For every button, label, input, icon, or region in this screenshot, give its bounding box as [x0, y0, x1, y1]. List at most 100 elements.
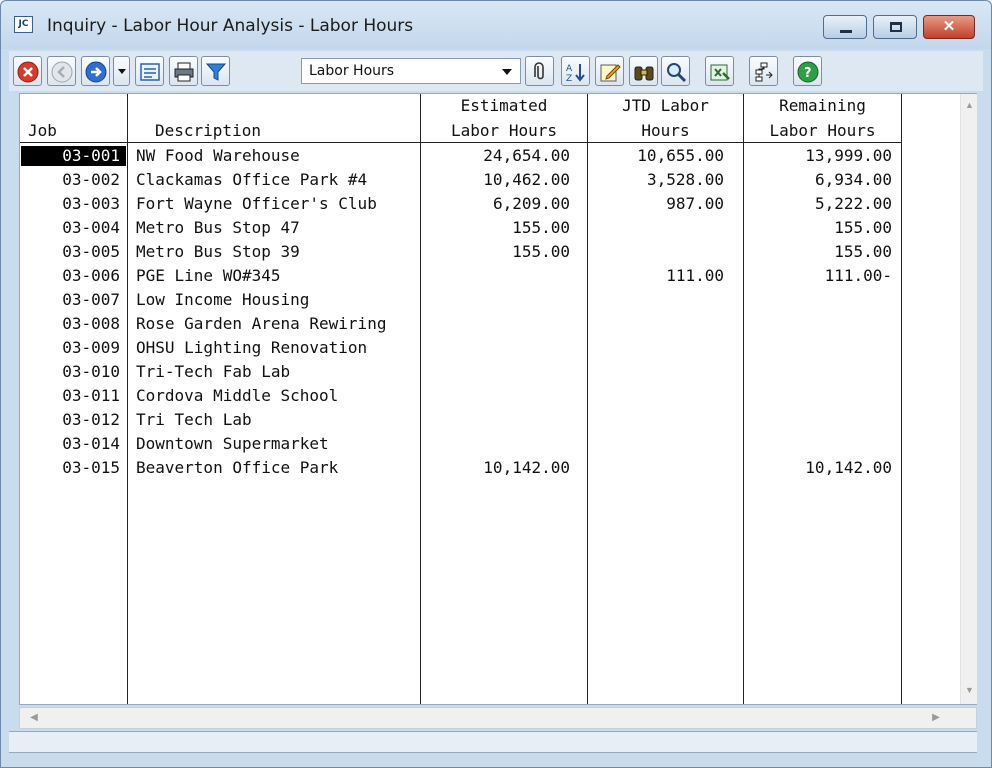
table-row[interactable]: 03-005 Metro Bus Stop 39 155.00 155.00: [20, 240, 902, 264]
minimize-icon: [840, 30, 852, 33]
print-button[interactable]: [169, 56, 198, 86]
estimated-cell: 24,654.00: [483, 146, 570, 165]
description-cell: Downtown Supermarket: [136, 434, 329, 453]
job-cell[interactable]: 03-003: [21, 195, 126, 213]
forward-button[interactable]: [81, 56, 110, 86]
filter-icon: [205, 63, 227, 81]
jtd-cell: 3,528.00: [646, 170, 724, 189]
minimize-button[interactable]: [823, 15, 867, 39]
status-bar: [9, 731, 977, 753]
table-row[interactable]: 03-009 OHSU Lighting Renovation: [20, 336, 902, 360]
description-cell: Beaverton Office Park: [136, 458, 339, 477]
find-icon: [634, 66, 654, 81]
description-cell: Metro Bus Stop 39: [136, 242, 300, 261]
header-divider: [20, 142, 902, 143]
remaining-cell: 5,222.00: [814, 194, 892, 213]
attachment-button[interactable]: [525, 56, 554, 86]
cancel-button[interactable]: [13, 56, 42, 86]
find-button[interactable]: [629, 56, 658, 86]
column-header-remaining-line1[interactable]: Remaining: [744, 96, 901, 115]
table-row[interactable]: 03-007 Low Income Housing: [20, 288, 902, 312]
sort-button[interactable]: AZ: [561, 56, 590, 86]
labor-hours-grid[interactable]: Job Description Estimated Labor Hours JT…: [19, 93, 977, 705]
table-row[interactable]: 03-012 Tri Tech Lab: [20, 408, 902, 432]
job-cell[interactable]: 03-014: [21, 435, 126, 453]
scroll-down-icon[interactable]: ▼: [961, 682, 978, 699]
description-cell: Tri-Tech Fab Lab: [136, 362, 291, 381]
estimated-cell: 155.00: [512, 218, 570, 237]
close-window-button[interactable]: ✕: [923, 15, 975, 39]
description-cell: Cordova Middle School: [136, 386, 339, 405]
svg-text:Z: Z: [566, 74, 572, 83]
scroll-right-icon[interactable]: ▶: [928, 710, 944, 726]
form-view-button[interactable]: [135, 56, 164, 86]
scroll-up-icon[interactable]: ▲: [961, 97, 978, 114]
description-cell: NW Food Warehouse: [136, 146, 300, 165]
jtd-cell: 987.00: [666, 194, 724, 213]
vertical-scrollbar[interactable]: ▲ ▼: [960, 94, 977, 704]
column-header-estimated-line1[interactable]: Estimated: [421, 96, 587, 115]
remaining-cell: 111.00-: [824, 266, 892, 285]
job-cell[interactable]: 03-005: [21, 243, 126, 261]
description-cell: Tri Tech Lab: [136, 410, 252, 429]
job-cell[interactable]: 03-011: [21, 387, 126, 405]
estimated-cell: 155.00: [512, 242, 570, 261]
column-header-remaining-line2[interactable]: Labor Hours: [744, 121, 901, 140]
jtd-cell: 10,655.00: [637, 146, 724, 165]
edit-button[interactable]: [595, 56, 624, 86]
edit-icon: [600, 64, 621, 82]
column-header-job[interactable]: Job: [28, 121, 57, 140]
title-bar[interactable]: JC Inquiry - Labor Hour Analysis - Labor…: [1, 1, 991, 49]
table-row[interactable]: 03-006 PGE Line WO#345 111.00 111.00-: [20, 264, 902, 288]
estimated-cell: 6,209.00: [492, 194, 570, 213]
column-header-estimated-line2[interactable]: Labor Hours: [421, 121, 587, 140]
job-cell[interactable]: 03-002: [21, 171, 126, 189]
horizontal-scrollbar[interactable]: ◀ ▶: [19, 707, 977, 729]
column-header-jtd-line2[interactable]: Hours: [588, 121, 743, 140]
maximize-button[interactable]: [873, 15, 917, 39]
forward-dropdown-button[interactable]: [113, 56, 130, 86]
job-cell[interactable]: 03-001: [21, 146, 126, 166]
table-row[interactable]: 03-001 NW Food Warehouse 24,654.00 10,65…: [20, 144, 902, 168]
description-cell: Low Income Housing: [136, 290, 310, 309]
job-cell[interactable]: 03-008: [21, 315, 126, 333]
table-row[interactable]: 03-008 Rose Garden Arena Rewiring: [20, 312, 902, 336]
table-row[interactable]: 03-015 Beaverton Office Park 10,142.00 1…: [20, 456, 902, 480]
table-row[interactable]: 03-003 Fort Wayne Officer's Club 6,209.0…: [20, 192, 902, 216]
view-select[interactable]: Labor Hours: [301, 58, 521, 84]
back-icon: [51, 61, 73, 83]
help-button[interactable]: ?: [793, 56, 822, 86]
tree-view-button[interactable]: [749, 56, 778, 86]
view-select-value: Labor Hours: [309, 63, 395, 79]
export-excel-button[interactable]: [705, 56, 734, 86]
table-row[interactable]: 03-010 Tri-Tech Fab Lab: [20, 360, 902, 384]
maximize-icon: [890, 22, 902, 32]
back-button[interactable]: [47, 56, 76, 86]
scroll-left-icon[interactable]: ◀: [26, 710, 42, 726]
job-cell[interactable]: 03-015: [21, 459, 126, 477]
table-row[interactable]: 03-004 Metro Bus Stop 47 155.00 155.00: [20, 216, 902, 240]
table-row[interactable]: 03-002 Clackamas Office Park #4 10,462.0…: [20, 168, 902, 192]
job-cell[interactable]: 03-006: [21, 267, 126, 285]
job-cell[interactable]: 03-012: [21, 411, 126, 429]
tree-icon: [755, 62, 773, 82]
job-cell[interactable]: 03-010: [21, 363, 126, 381]
remaining-cell: 6,934.00: [814, 170, 892, 189]
job-cell[interactable]: 03-007: [21, 291, 126, 309]
job-cell[interactable]: 03-004: [21, 219, 126, 237]
column-header-jtd-line1[interactable]: JTD Labor: [588, 96, 743, 115]
close-icon: [17, 61, 39, 83]
description-cell: Clackamas Office Park #4: [136, 170, 368, 189]
jtd-cell: 111.00: [666, 266, 724, 285]
close-icon: ✕: [942, 18, 956, 35]
table-row[interactable]: 03-014 Downtown Supermarket: [20, 432, 902, 456]
description-cell: Fort Wayne Officer's Club: [136, 194, 377, 213]
toolbar: Labor Hours AZ ?: [9, 51, 983, 91]
attachment-icon: [534, 62, 544, 80]
filter-button[interactable]: [201, 56, 230, 86]
inquiry-window: JC Inquiry - Labor Hour Analysis - Labor…: [0, 0, 992, 768]
column-header-description[interactable]: Description: [155, 121, 261, 140]
zoom-button[interactable]: [661, 56, 690, 86]
table-row[interactable]: 03-011 Cordova Middle School: [20, 384, 902, 408]
job-cell[interactable]: 03-009: [21, 339, 126, 357]
